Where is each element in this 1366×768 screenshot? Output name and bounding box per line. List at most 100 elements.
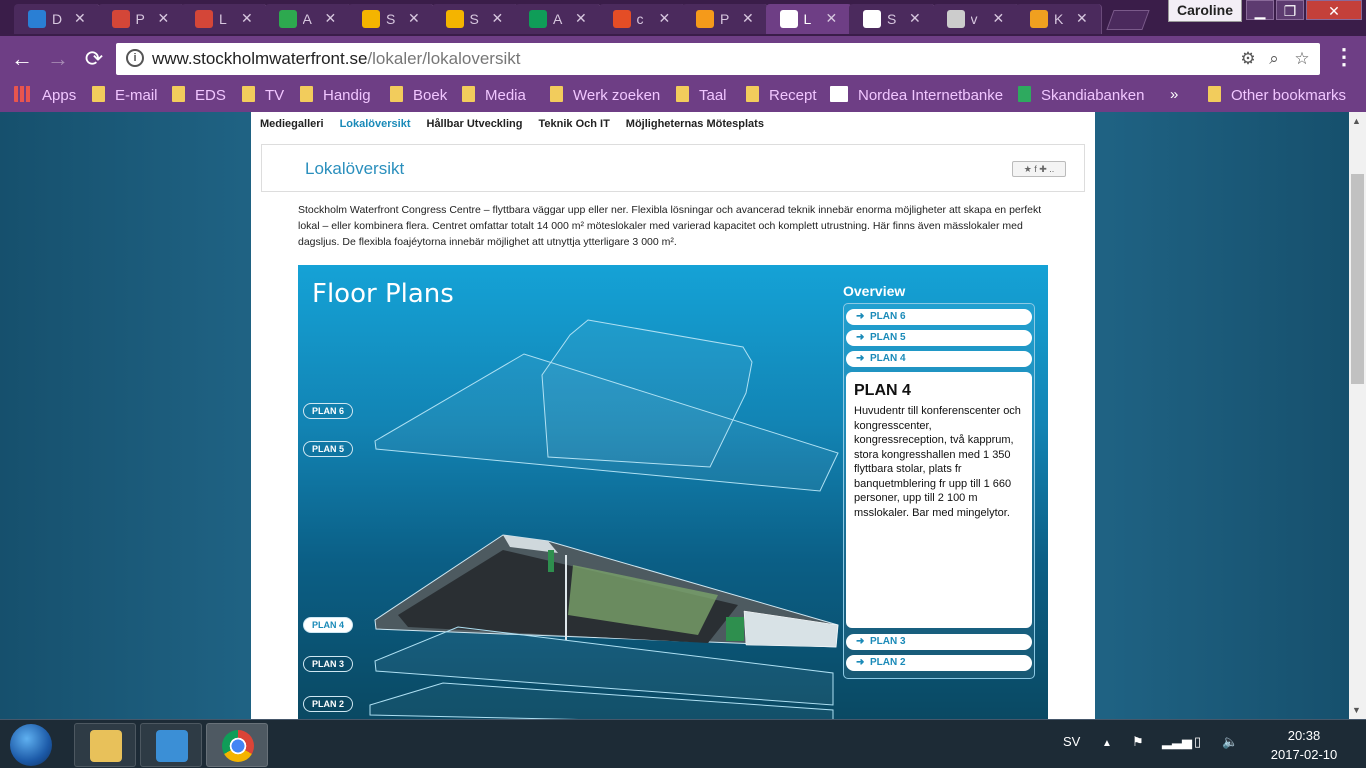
subnav-item[interactable]: Teknik Och IT xyxy=(538,118,609,130)
bookmark-item[interactable]: Skandiabanken xyxy=(1018,86,1144,108)
menu-icon[interactable]: ⋮ xyxy=(1332,44,1356,70)
scroll-thumb[interactable] xyxy=(1351,174,1364,384)
scroll-up-icon[interactable]: ▲ xyxy=(1352,116,1361,126)
overview-panel: Overview ➜ PLAN 6 ➜ PLAN 5 ➜ PLAN 4 PLAN 4 … xyxy=(843,283,1035,679)
profile-button[interactable]: Caroline xyxy=(1168,0,1243,22)
tab-close-icon[interactable]: ✕ xyxy=(909,10,921,27)
bookmark-item[interactable]: TV xyxy=(242,86,284,108)
tab-close-icon[interactable]: ✕ xyxy=(241,10,253,27)
folder-icon xyxy=(676,86,689,102)
bookmark-item[interactable]: Taal xyxy=(676,86,727,108)
tab-close-icon[interactable]: ✕ xyxy=(492,10,504,27)
network-signal-icon[interactable]: ▂▃▅ xyxy=(1162,734,1192,750)
tab-close-icon[interactable]: ✕ xyxy=(993,10,1005,27)
plan-4-button[interactable]: PLAN 4 xyxy=(303,617,354,633)
overview-title: Overview xyxy=(843,283,906,299)
arrow-right-icon: ➜ xyxy=(856,332,865,343)
bookmark-item[interactable]: Media xyxy=(462,86,526,108)
overview-item-plan-2[interactable]: ➜ PLAN 2 xyxy=(846,655,1032,671)
bookmark-item[interactable]: EDS xyxy=(172,86,226,108)
tab-close-icon[interactable]: ✕ xyxy=(826,10,838,27)
browser-tab[interactable]: K ✕ xyxy=(1016,4,1102,34)
maximize-button[interactable]: ❐ xyxy=(1276,0,1304,20)
start-button[interactable] xyxy=(10,724,52,766)
clock[interactable]: 20:38 2017-02-10 xyxy=(1254,726,1354,764)
minimize-button[interactable]: ▁ xyxy=(1246,0,1274,20)
show-hidden-icons-icon[interactable]: ▲ xyxy=(1102,738,1112,749)
tab-title: A xyxy=(553,11,563,27)
overview-item-plan-6[interactable]: ➜ PLAN 6 xyxy=(846,309,1032,325)
browser-tab[interactable]: L ✕ xyxy=(181,4,267,34)
blocked-popup-icon[interactable]: ⚙ xyxy=(1238,49,1258,69)
battery-icon[interactable]: ▯ xyxy=(1194,734,1201,750)
vertical-scrollbar[interactable]: ▲ ▼ xyxy=(1349,112,1366,719)
back-arrow-icon[interactable]: ← xyxy=(8,46,36,72)
subnav-item[interactable]: Möjligheternas Mötesplats xyxy=(626,118,764,130)
subnav-item[interactable]: Hållbar Utveckling xyxy=(427,118,523,130)
close-window-button[interactable]: ✕ xyxy=(1306,0,1362,20)
other-bookmarks-button[interactable]: Other bookmarks xyxy=(1208,86,1346,108)
bookmark-item[interactable]: Recept xyxy=(746,86,817,108)
tab-title: S xyxy=(887,11,897,27)
browser-tab[interactable]: A ✕ xyxy=(515,4,601,34)
plan-detail-text: Huvudentr till konferenscenter och kongr… xyxy=(854,405,1021,519)
plan-5-button[interactable]: PLAN 5 xyxy=(303,441,354,457)
bookmark-item[interactable]: E-mail xyxy=(92,86,158,108)
overview-item-plan-4[interactable]: ➜ PLAN 4 xyxy=(846,351,1032,367)
scroll-down-icon[interactable]: ▼ xyxy=(1352,705,1361,715)
bookmark-item[interactable]: Boek xyxy=(390,86,447,108)
subnav-item[interactable]: Lokalöversikt xyxy=(340,118,411,130)
language-indicator[interactable]: SV xyxy=(1063,734,1080,749)
bookmark-item[interactable]: Handig xyxy=(300,86,371,108)
browser-tab[interactable]: S ✕ xyxy=(348,4,434,34)
browser-tab[interactable]: L ✕ xyxy=(765,4,852,34)
tab-title: A xyxy=(302,11,312,27)
forward-arrow-icon[interactable]: → xyxy=(44,46,72,72)
browser-tab[interactable]: S ✕ xyxy=(431,4,518,34)
taskbar: SV ▲ ⚑ ▂▃▅ ▯ 🔈 20:38 2017-02-10 xyxy=(0,719,1366,768)
plan-2-button[interactable]: PLAN 2 xyxy=(303,696,354,712)
bookmark-item[interactable]: Apps xyxy=(14,86,76,108)
browser-tab[interactable]: c ✕ xyxy=(598,4,685,34)
page-icon xyxy=(863,10,881,28)
bookmarks-overflow-button[interactable]: » xyxy=(1170,86,1178,108)
volume-icon[interactable]: 🔈 xyxy=(1222,734,1238,750)
zoom-icon[interactable]: ⌕ xyxy=(1264,49,1284,69)
tab-close-icon[interactable]: ✕ xyxy=(325,10,337,27)
folder-icon xyxy=(1208,86,1221,102)
title-box: Lokalöversikt ★ f ✚ .. xyxy=(261,144,1085,192)
bookmark-item[interactable]: Werk zoeken xyxy=(550,86,660,108)
new-tab-button[interactable] xyxy=(1106,10,1150,30)
tab-close-icon[interactable]: ✕ xyxy=(742,10,754,27)
address-bar[interactable]: i www.stockholmwaterfront.se/lokaler/lok… xyxy=(116,43,1320,75)
tab-close-icon[interactable]: ✕ xyxy=(158,10,170,27)
info-icon[interactable]: i xyxy=(126,49,144,67)
browser-tab[interactable]: D ✕ xyxy=(14,4,100,34)
browser-tab[interactable]: v ✕ xyxy=(932,4,1019,34)
browser-tab[interactable]: P ✕ xyxy=(682,4,768,34)
overview-item-plan-3[interactable]: ➜ PLAN 3 xyxy=(846,634,1032,650)
reload-icon[interactable]: ⟳ xyxy=(80,46,108,72)
taskbar-app-chrome[interactable] xyxy=(206,723,268,767)
action-center-flag-icon[interactable]: ⚑ xyxy=(1132,734,1144,750)
tab-close-icon[interactable]: ✕ xyxy=(575,10,587,27)
clock-time: 20:38 xyxy=(1287,728,1321,743)
tab-close-icon[interactable]: ✕ xyxy=(74,10,86,27)
share-icon[interactable]: ★ f ✚ .. xyxy=(1012,161,1066,177)
tab-close-icon[interactable]: ✕ xyxy=(1076,10,1088,27)
plan-3-button[interactable]: PLAN 3 xyxy=(303,656,354,672)
bookmark-item[interactable]: Nordea Internetbanke xyxy=(830,86,1003,108)
taskbar-app-media-player[interactable] xyxy=(140,723,202,767)
overview-list: ➜ PLAN 6 ➜ PLAN 5 ➜ PLAN 4 PLAN 4 Huvudentr… xyxy=(843,303,1035,679)
tab-close-icon[interactable]: ✕ xyxy=(408,10,420,27)
tab-close-icon[interactable]: ✕ xyxy=(659,10,671,27)
browser-tab[interactable]: S ✕ xyxy=(849,4,935,34)
url-text[interactable]: www.stockholmwaterfront.se/lokaler/lokal… xyxy=(152,49,520,69)
bookmark-star-icon[interactable]: ☆ xyxy=(1292,49,1312,69)
plan-6-button[interactable]: PLAN 6 xyxy=(303,403,354,419)
browser-tab[interactable]: A ✕ xyxy=(264,4,351,34)
subnav-item[interactable]: Mediegalleri xyxy=(260,118,324,130)
browser-tab[interactable]: P ✕ xyxy=(97,4,184,34)
overview-item-plan-5[interactable]: ➜ PLAN 5 xyxy=(846,330,1032,346)
taskbar-app-file-explorer[interactable] xyxy=(74,723,136,767)
